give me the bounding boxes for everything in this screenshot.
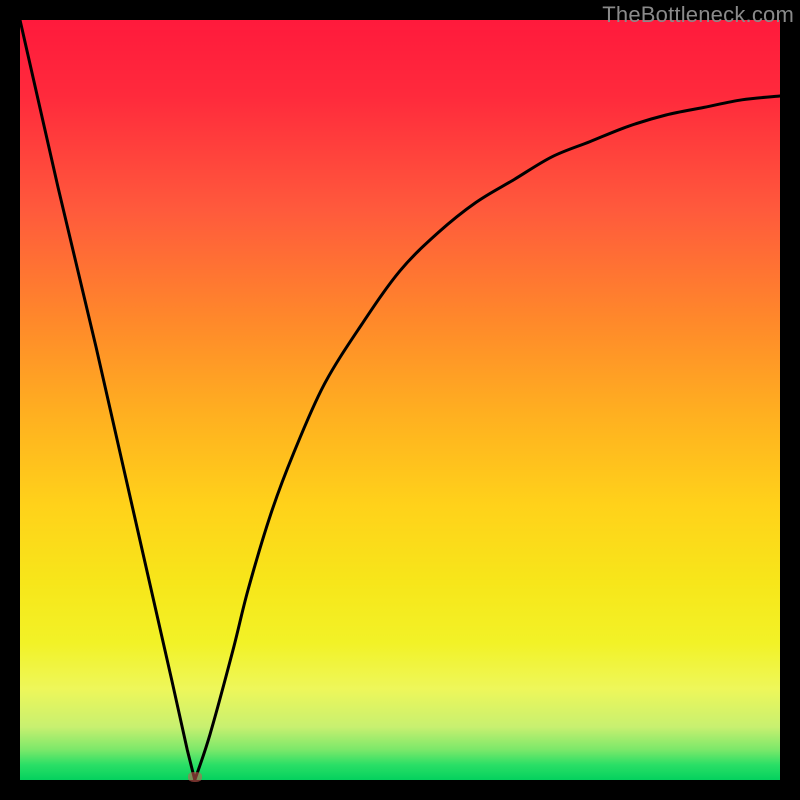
watermark-text: TheBottleneck.com	[602, 2, 794, 28]
plot-area	[20, 20, 780, 780]
minimum-marker	[188, 772, 202, 782]
chart-frame: TheBottleneck.com	[0, 0, 800, 800]
